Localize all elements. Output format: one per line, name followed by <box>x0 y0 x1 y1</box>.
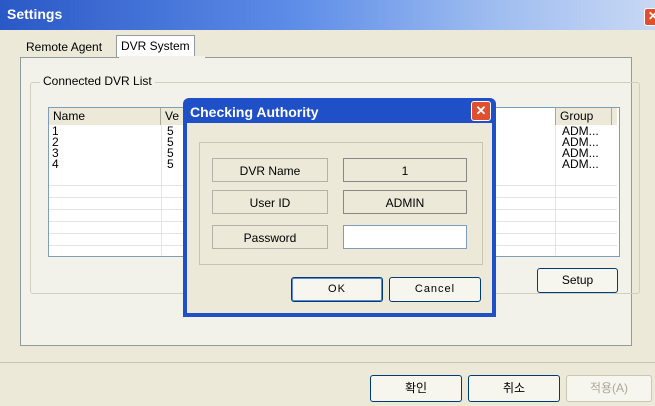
dialog-close-button[interactable]: ✕ <box>471 101 491 121</box>
apply-button[interactable]: 적용(A) <box>566 375 652 402</box>
setup-button[interactable]: Setup <box>537 268 618 293</box>
row-group: ADM... <box>562 157 599 171</box>
group-label: Connected DVR List <box>40 74 155 88</box>
cancel-button[interactable]: 취소 <box>468 375 560 402</box>
title-bar: Settings ✕ <box>0 0 655 30</box>
dvr-name-value: 1 <box>343 158 467 182</box>
close-icon: ✕ <box>647 9 655 23</box>
dialog-title: Checking Authority <box>190 104 319 120</box>
password-label: Password <box>212 225 328 249</box>
column-header-group[interactable]: Group <box>555 108 612 125</box>
tab-dvr-system[interactable]: DVR System <box>116 35 195 58</box>
ok-button[interactable]: 확인 <box>370 375 462 402</box>
user-id-label: User ID <box>212 190 328 214</box>
dvr-name-label: DVR Name <box>212 158 328 182</box>
row-version: 5 <box>167 157 174 171</box>
grid-col-line <box>555 125 556 255</box>
header-end <box>612 108 617 125</box>
table-row[interactable]: 4 <box>52 157 59 171</box>
password-input[interactable] <box>343 225 467 249</box>
close-icon: ✕ <box>475 103 487 118</box>
column-header-name[interactable]: Name <box>49 108 161 125</box>
tab-join <box>119 56 205 58</box>
grid-col-line <box>161 125 162 255</box>
dialog-cancel-button[interactable]: Cancel <box>389 277 481 302</box>
row-name: 4 <box>52 157 59 171</box>
tab-remote-agent[interactable]: Remote Agent <box>22 37 106 57</box>
dialog-ok-button[interactable]: OK <box>291 277 383 302</box>
window-close-button[interactable]: ✕ <box>644 8 655 26</box>
user-id-value: ADMIN <box>343 190 467 214</box>
window-title: Settings <box>7 6 63 22</box>
